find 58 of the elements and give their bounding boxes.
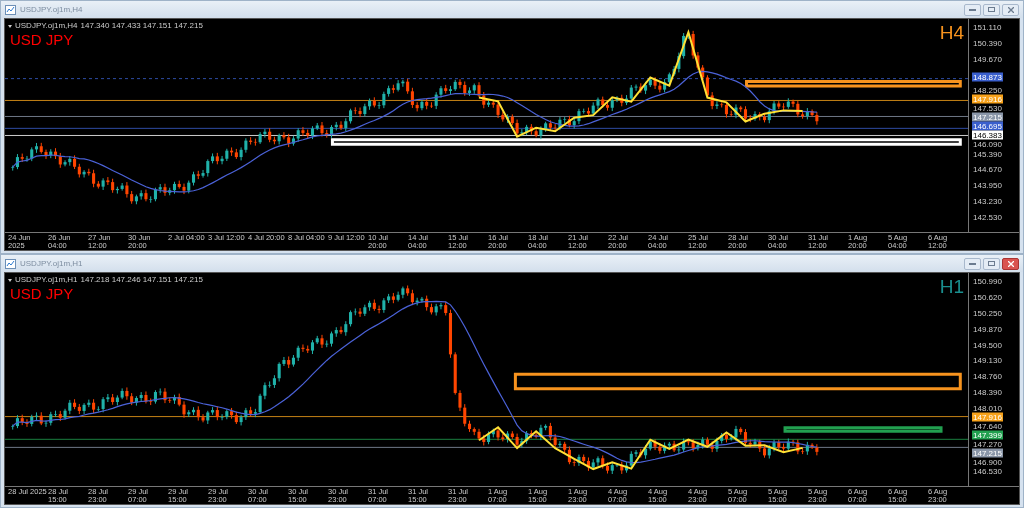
price-tick: 148.010 xyxy=(972,403,1003,413)
price-marker: 147.399 xyxy=(972,430,1003,440)
pair-label: USD JPY xyxy=(10,285,74,302)
price-tick: 149.670 xyxy=(972,54,1003,64)
minimize-button[interactable] xyxy=(964,3,981,16)
price-tick: 145.390 xyxy=(972,149,1003,159)
window-title: USDJPY.oj1m,H4 xyxy=(20,3,83,16)
close-icon xyxy=(1007,6,1014,13)
minimize-icon xyxy=(969,8,976,11)
price-marker: 147.916 xyxy=(972,412,1003,422)
price-tick: 149.870 xyxy=(972,324,1003,334)
price-tick: 148.250 xyxy=(972,85,1003,95)
close-button[interactable] xyxy=(1002,257,1019,270)
price-tick: 147.270 xyxy=(972,439,1003,449)
price-marker: 146.383 xyxy=(972,130,1003,140)
price-tick: 150.250 xyxy=(972,308,1003,318)
price-tick: 151.110 xyxy=(972,22,1003,32)
chart-window-icon xyxy=(5,258,16,269)
price-tick: 143.230 xyxy=(972,196,1003,206)
minimize-icon xyxy=(969,262,976,265)
restore-button[interactable] xyxy=(983,257,1000,270)
restore-icon xyxy=(988,7,995,12)
chart-window-icon xyxy=(5,4,16,15)
price-tick: 149.130 xyxy=(972,355,1003,365)
price-tick: 142.530 xyxy=(972,212,1003,222)
timeframe-label: H1 xyxy=(939,277,964,297)
pair-label: USD JPY xyxy=(10,31,74,48)
dropdown-triangle-icon[interactable] xyxy=(8,24,12,28)
price-tick: 146.900 xyxy=(972,457,1003,467)
minimize-button[interactable] xyxy=(964,257,981,270)
price-tick: 146.090 xyxy=(972,139,1003,149)
dropdown-triangle-icon[interactable] xyxy=(8,278,12,282)
price-tick: 148.390 xyxy=(972,387,1003,397)
price-marker: 147.916 xyxy=(972,94,1003,104)
price-tick: 150.990 xyxy=(972,276,1003,286)
ohlc-quotes: 147.340 147.433 147.151 147.215 xyxy=(80,20,203,32)
symbol-label: USDJPY.oj1m,H4 xyxy=(15,20,78,32)
symbol-label: USDJPY.oj1m,H1 xyxy=(15,274,78,286)
close-icon xyxy=(1007,260,1014,267)
price-tick: 148.760 xyxy=(972,371,1003,381)
price-marker: 147.215 xyxy=(972,448,1003,458)
restore-icon xyxy=(988,261,995,266)
price-tick: 143.950 xyxy=(972,180,1003,190)
price-marker: 148.873 xyxy=(972,72,1003,82)
price-tick: 150.390 xyxy=(972,38,1003,48)
ohlc-quotes: 147.218 147.246 147.151 147.215 xyxy=(80,274,203,286)
restore-button[interactable] xyxy=(983,3,1000,16)
window-title: USDJPY.oj1m,H1 xyxy=(20,257,83,270)
price-marker: 147.215 xyxy=(972,112,1003,122)
close-button[interactable] xyxy=(1002,3,1019,16)
price-tick: 149.500 xyxy=(972,340,1003,350)
price-marker: 146.695 xyxy=(972,121,1003,131)
price-tick: 150.620 xyxy=(972,292,1003,302)
price-tick: 147.530 xyxy=(972,103,1003,113)
price-tick: 146.530 xyxy=(972,466,1003,476)
timeframe-label: H4 xyxy=(939,23,964,43)
price-tick: 147.640 xyxy=(972,421,1003,431)
price-tick: 144.670 xyxy=(972,165,1003,174)
